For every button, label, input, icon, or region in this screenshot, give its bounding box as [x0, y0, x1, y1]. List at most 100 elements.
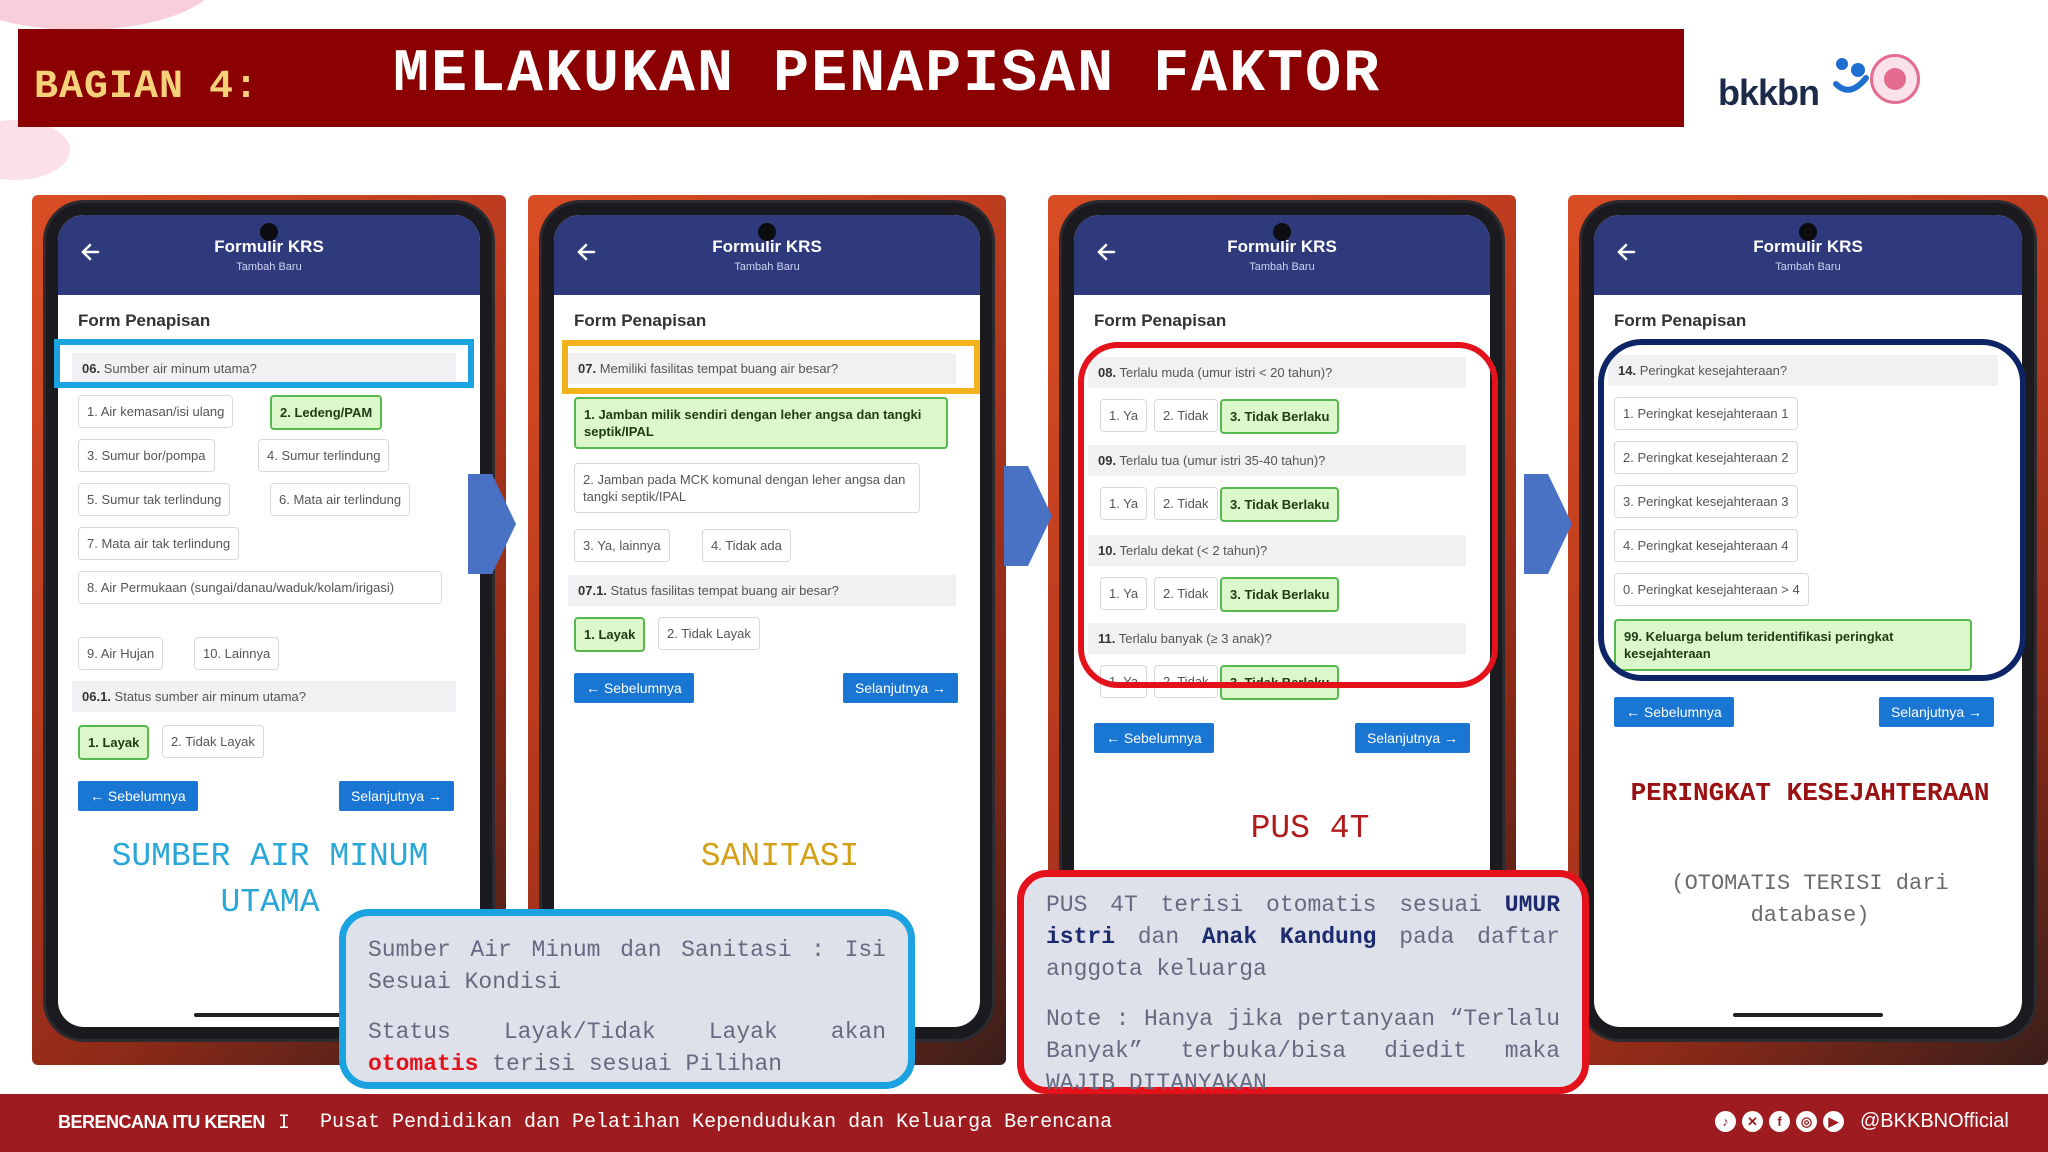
option-button-selected[interactable]: 1. Layak: [78, 725, 150, 760]
social-icons: ♪ ✕ f ◎ ▶: [1715, 1111, 1844, 1132]
footer-bar: BERENCANA ITU KEREN I Pusat Pendidikan d…: [0, 1094, 2048, 1152]
option-button[interactable]: 2. Jamban pada MCK komunal dengan leher …: [574, 463, 920, 513]
caption-welfare-note: (OTOMATIS TERISI dari database): [1671, 871, 1949, 928]
form-title: Form Penapisan: [78, 311, 211, 330]
section-label: BAGIAN 4:: [34, 65, 260, 110]
header-decor-blob-small: [0, 120, 70, 180]
next-label: Selanjutnya: [350, 788, 425, 804]
previous-label: Sebelumnya: [1123, 730, 1202, 746]
app-bar-subtitle: Tambah Baru: [236, 261, 302, 273]
previous-button[interactable]: ← Sebelumnya: [574, 673, 694, 703]
callout-text: Sumber Air Minum dan Sanitasi : Isi Sesu…: [368, 937, 886, 995]
youtube-icon[interactable]: ▶: [1823, 1111, 1844, 1132]
form-title: Form Penapisan: [1614, 311, 1747, 330]
page-title: MELAKUKAN PENAPISAN FAKTOR: [393, 41, 1382, 109]
option-button[interactable]: 6. Mata air terlindung: [270, 483, 411, 516]
footer-separator: I: [278, 1112, 291, 1135]
previous-button[interactable]: ← Sebelumnya: [1614, 697, 1734, 727]
caption-welfare: PERINGKAT KESEJAHTERAAN: [1630, 778, 1990, 808]
arrow-right-icon: →: [1964, 704, 1982, 720]
next-label: Selanjutnya: [854, 680, 929, 696]
x-twitter-icon[interactable]: ✕: [1742, 1111, 1763, 1132]
highlight-pus4t-questions: [1078, 342, 1498, 688]
previous-label: Sebelumnya: [603, 680, 682, 696]
form-title: Form Penapisan: [574, 311, 707, 330]
next-label: Selanjutnya: [1890, 704, 1965, 720]
callout-text: dan: [1137, 924, 1180, 950]
next-step-arrow-icon: [1524, 474, 1572, 574]
question-07-1: 07.1. Status fasilitas tempat buang air …: [568, 575, 956, 606]
arrow-left-icon: ←: [90, 788, 108, 804]
highlight-welfare-options: [1598, 339, 2026, 681]
caption-sanitation: SANITASI: [700, 838, 860, 875]
callout-text: terisi sesuai Pilihan: [492, 1051, 783, 1077]
app-bar-subtitle: Tambah Baru: [1249, 261, 1315, 273]
option-button[interactable]: 4. Sumur terlindung: [258, 439, 390, 472]
arrow-left-icon: ←: [1106, 730, 1124, 746]
arrow-left-icon: ←: [1626, 704, 1644, 720]
option-button[interactable]: 2. Tidak Layak: [162, 725, 264, 758]
logo-wordmark: bkkbn: [1718, 72, 1820, 113]
previous-button[interactable]: ← Sebelumnya: [1094, 723, 1214, 753]
phone-screen: Formulir KRS Tambah Baru Form Penapisan …: [554, 215, 980, 1027]
callout-text: Status Layak/Tidak Layak akan: [368, 1019, 886, 1045]
footer-institution: Pusat Pendidikan dan Pelatihan Kependudu…: [320, 1111, 1113, 1134]
next-button[interactable]: Selanjutnya →: [1878, 697, 1994, 727]
highlight-question-06: [54, 339, 474, 388]
title-bar: BAGIAN 4: MELAKUKAN PENAPISAN FAKTOR: [18, 29, 1684, 127]
header-decor-blob: [0, 0, 220, 30]
previous-button[interactable]: ← Sebelumnya: [78, 781, 198, 811]
app-bar-subtitle: Tambah Baru: [734, 261, 800, 273]
footer-brand: BERENCANA ITU KEREN: [58, 1112, 265, 1132]
next-button[interactable]: Selanjutnya →: [338, 781, 454, 811]
question-number: 07.1.: [578, 583, 607, 598]
option-button[interactable]: 3. Ya, lainnya: [574, 529, 670, 562]
next-step-arrow-icon: [1004, 466, 1052, 566]
callout-emphasis: otomatis: [368, 1051, 479, 1077]
previous-label: Sebelumnya: [107, 788, 186, 804]
camera-icon: [758, 223, 776, 241]
tiktok-icon[interactable]: ♪: [1715, 1111, 1736, 1132]
social-handle[interactable]: @BKKBNOfficial: [1860, 1110, 2009, 1133]
logo-mark-icon: [1833, 58, 1869, 93]
option-button[interactable]: 1. Air kemasan/isi ulang: [78, 395, 234, 428]
callout-pus4t: PUS 4T terisi otomatis sesuai UMUR istri…: [1017, 870, 1589, 1096]
caption-pus4t: PUS 4T: [1250, 810, 1370, 847]
next-step-arrow-icon: [468, 474, 516, 574]
callout-note: Note : Hanya jika pertanyaan “Terlalu Ba…: [1046, 1006, 1560, 1096]
option-button[interactable]: 7. Mata air tak terlindung: [78, 527, 240, 560]
callout-water-sanitation: Sumber Air Minum dan Sanitasi : Isi Sesu…: [339, 909, 915, 1089]
arrow-right-icon: →: [928, 680, 946, 696]
arrow-left-icon: ←: [586, 680, 604, 696]
option-button[interactable]: 2. Tidak Layak: [658, 617, 760, 650]
instagram-icon[interactable]: ◎: [1796, 1111, 1817, 1132]
option-button-selected[interactable]: 1. Layak: [574, 617, 646, 652]
camera-icon: [260, 223, 278, 241]
option-button-selected[interactable]: 1. Jamban milik sendiri dengan leher ang…: [574, 397, 948, 449]
previous-label: Sebelumnya: [1643, 704, 1722, 720]
next-button[interactable]: Selanjutnya →: [1354, 723, 1470, 753]
next-label: Selanjutnya: [1366, 730, 1441, 746]
question-text: Status fasilitas tempat buang air besar?: [610, 583, 839, 598]
callout-text-status: Status Layak/Tidak Layak akan otomatis t…: [368, 1016, 886, 1080]
option-button[interactable]: 10. Lainnya: [194, 637, 280, 670]
option-button[interactable]: 9. Air Hujan: [78, 637, 164, 670]
facebook-icon[interactable]: f: [1769, 1111, 1790, 1132]
option-button[interactable]: 5. Sumur tak terlindung: [78, 483, 231, 516]
arrow-right-icon: →: [424, 788, 442, 804]
highlight-question-07: [562, 340, 980, 394]
next-button[interactable]: Selanjutnya →: [842, 673, 958, 703]
callout-text: PUS 4T terisi otomatis sesuai: [1046, 892, 1483, 918]
question-06-1: 06.1. Status sumber air minum utama?: [72, 681, 456, 712]
app-bar-subtitle: Tambah Baru: [1775, 261, 1841, 273]
option-button[interactable]: 4. Tidak ada: [702, 529, 791, 562]
mascot-badge-icon: [1870, 54, 1920, 104]
form-title: Form Penapisan: [1094, 311, 1227, 330]
option-button-selected[interactable]: 2. Ledeng/PAM: [270, 395, 383, 430]
bkkbn-logo: bkkbn: [1718, 52, 1948, 122]
option-button[interactable]: 3. Sumur bor/pompa: [78, 439, 215, 472]
callout-emphasis: Anak Kandung: [1201, 924, 1377, 950]
camera-icon: [1273, 223, 1291, 241]
option-button[interactable]: 8. Air Permukaan (sungai/danau/waduk/kol…: [78, 571, 442, 604]
camera-icon: [1799, 223, 1817, 241]
